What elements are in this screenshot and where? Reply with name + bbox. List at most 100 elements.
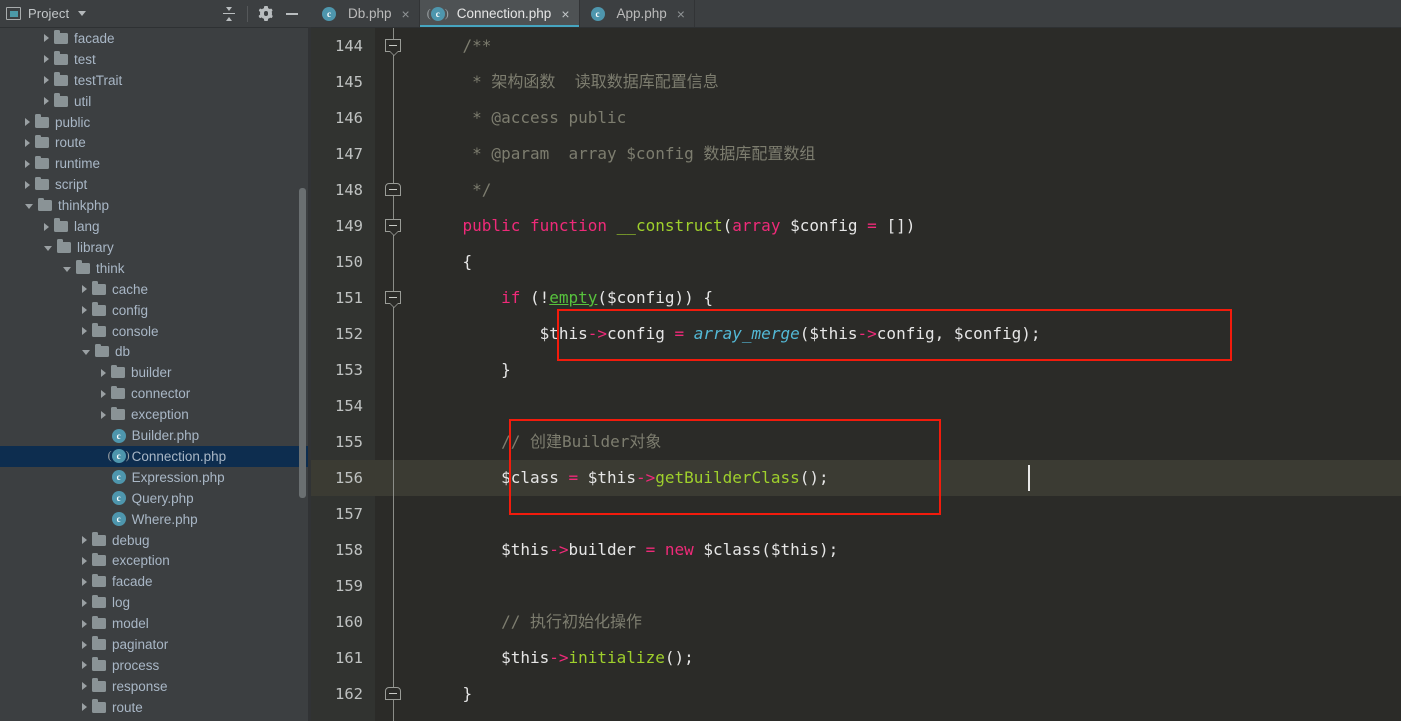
chevron-right-icon[interactable] (25, 180, 30, 189)
line-number-gutter[interactable]: 144 145 146 147 148 149 150 151 152 153 154 155 156 1… (311, 28, 411, 721)
chevron-right-icon[interactable] (25, 159, 30, 168)
fold-region-end-icon[interactable] (385, 687, 401, 700)
chevron-right-icon[interactable] (82, 682, 87, 691)
tree-item-script[interactable]: script (0, 174, 311, 195)
code-text[interactable]: /** * 架构函数 读取数据库配置信息 * @access public * … (411, 28, 1401, 721)
tree-item-library[interactable]: library (0, 237, 311, 258)
chevron-down-icon[interactable] (63, 266, 71, 272)
fold-region-end-icon[interactable] (385, 183, 401, 196)
code-line[interactable]: $class = $this->getBuilderClass(); (411, 460, 1401, 496)
code-line[interactable] (411, 496, 1401, 532)
close-icon[interactable]: × (402, 7, 410, 21)
code-line[interactable]: * @access public (411, 100, 1401, 136)
tree-item-cache[interactable]: cache (0, 279, 311, 300)
project-tree-scroll-area[interactable]: facade test testTrait util public route runtim… (0, 28, 311, 721)
editor-tab-app-php[interactable]: c App.php × (580, 0, 695, 27)
settings-button[interactable] (253, 2, 279, 26)
tree-item-runtime[interactable]: runtime (0, 153, 311, 174)
editor-tab-db-php[interactable]: c Db.php × (311, 0, 420, 27)
chevron-down-icon[interactable] (25, 204, 33, 210)
fold-region-start-icon[interactable] (385, 39, 401, 56)
hide-panel-button[interactable] (279, 2, 305, 26)
tree-item-test[interactable]: test (0, 49, 311, 70)
code-line[interactable]: */ (411, 172, 1401, 208)
tree-item-debug[interactable]: debug (0, 530, 311, 551)
tree-item-expression-php[interactable]: c Expression.php (0, 467, 311, 488)
code-line[interactable]: } (411, 352, 1401, 388)
project-panel-scrollbar[interactable] (299, 188, 306, 498)
chevron-right-icon[interactable] (82, 306, 87, 315)
chevron-right-icon[interactable] (82, 327, 87, 336)
tree-item-where-php[interactable]: c Where.php (0, 509, 311, 530)
editor-tab-connection-php[interactable]: c Connection.php × (419, 0, 580, 27)
chevron-right-icon[interactable] (82, 536, 87, 545)
code-line[interactable]: // 创建Builder对象 (411, 424, 1401, 460)
tree-item-process[interactable]: process (0, 655, 311, 676)
tree-item-connector[interactable]: connector (0, 383, 311, 404)
tree-item-public[interactable]: public (0, 112, 311, 133)
tree-item-builder-php[interactable]: c Builder.php (0, 425, 311, 446)
chevron-down-icon[interactable] (78, 11, 87, 16)
chevron-down-icon[interactable] (82, 350, 90, 356)
tree-item-exception[interactable]: exception (0, 404, 311, 425)
tree-item-response[interactable]: response (0, 676, 311, 697)
code-line[interactable]: /** (411, 28, 1401, 64)
fold-region-start-icon[interactable] (385, 291, 401, 308)
tree-item-db[interactable]: db (0, 342, 311, 363)
code-line[interactable]: $this->initialize(); (411, 640, 1401, 676)
tree-item-log[interactable]: log (0, 592, 311, 613)
chevron-right-icon[interactable] (82, 577, 87, 586)
tree-item-paginator[interactable]: paginator (0, 634, 311, 655)
code-line[interactable]: $this->builder = new $class($this); (411, 532, 1401, 568)
chevron-right-icon[interactable] (44, 222, 49, 231)
code-line[interactable]: if (!empty($config)) { (411, 280, 1401, 316)
chevron-right-icon[interactable] (82, 703, 87, 712)
tree-item-facade[interactable]: facade (0, 28, 311, 49)
tree-item-config[interactable]: config (0, 300, 311, 321)
tree-item-route[interactable]: route (0, 133, 311, 154)
code-line[interactable] (411, 568, 1401, 604)
close-icon[interactable]: × (561, 7, 569, 21)
chevron-right-icon[interactable] (82, 556, 87, 565)
chevron-right-icon[interactable] (44, 76, 49, 85)
chevron-right-icon[interactable] (82, 661, 87, 670)
tree-item-console[interactable]: console (0, 321, 311, 342)
tree-item-query-php[interactable]: c Query.php (0, 488, 311, 509)
tree-item-lang[interactable]: lang (0, 216, 311, 237)
tree-item-route[interactable]: route (0, 697, 311, 718)
code-line[interactable]: $this->config = array_merge($this->confi… (411, 316, 1401, 352)
chevron-right-icon[interactable] (101, 410, 106, 419)
tree-item-connection-php[interactable]: cConnection.php (0, 446, 311, 467)
close-icon[interactable]: × (677, 7, 685, 21)
tree-item-model[interactable]: model (0, 613, 311, 634)
tree-item-think[interactable]: think (0, 258, 311, 279)
code-line[interactable]: } (411, 676, 1401, 712)
tree-item-util[interactable]: util (0, 91, 311, 112)
tree-item-testtrait[interactable]: testTrait (0, 70, 311, 91)
tree-item-thinkphp[interactable]: thinkphp (0, 195, 311, 216)
chevron-right-icon[interactable] (101, 389, 106, 398)
chevron-right-icon[interactable] (101, 368, 106, 377)
chevron-down-icon[interactable] (44, 245, 52, 251)
chevron-right-icon[interactable] (44, 34, 49, 43)
collapse-all-button[interactable] (216, 2, 242, 26)
code-line[interactable]: * @param array $config 数据库配置数组 (411, 136, 1401, 172)
chevron-right-icon[interactable] (82, 619, 87, 628)
chevron-right-icon[interactable] (25, 118, 30, 127)
chevron-right-icon[interactable] (82, 285, 87, 294)
chevron-right-icon[interactable] (82, 598, 87, 607)
code-line[interactable]: * 架构函数 读取数据库配置信息 (411, 64, 1401, 100)
tree-item-exception[interactable]: exception (0, 551, 311, 572)
tree-item-builder[interactable]: builder (0, 362, 311, 383)
code-line[interactable]: public function __construct(array $confi… (411, 208, 1401, 244)
code-line[interactable]: { (411, 244, 1401, 280)
chevron-right-icon[interactable] (25, 138, 30, 147)
code-folding-gutter[interactable] (375, 28, 411, 721)
tree-item-facade[interactable]: facade (0, 571, 311, 592)
code-line[interactable]: // 执行初始化操作 (411, 604, 1401, 640)
chevron-right-icon[interactable] (82, 640, 87, 649)
chevron-right-icon[interactable] (44, 55, 49, 64)
code-line[interactable] (411, 388, 1401, 424)
code-area[interactable]: 144 145 146 147 148 149 150 151 152 153 154 155 156 1… (311, 28, 1401, 721)
chevron-right-icon[interactable] (44, 97, 49, 106)
